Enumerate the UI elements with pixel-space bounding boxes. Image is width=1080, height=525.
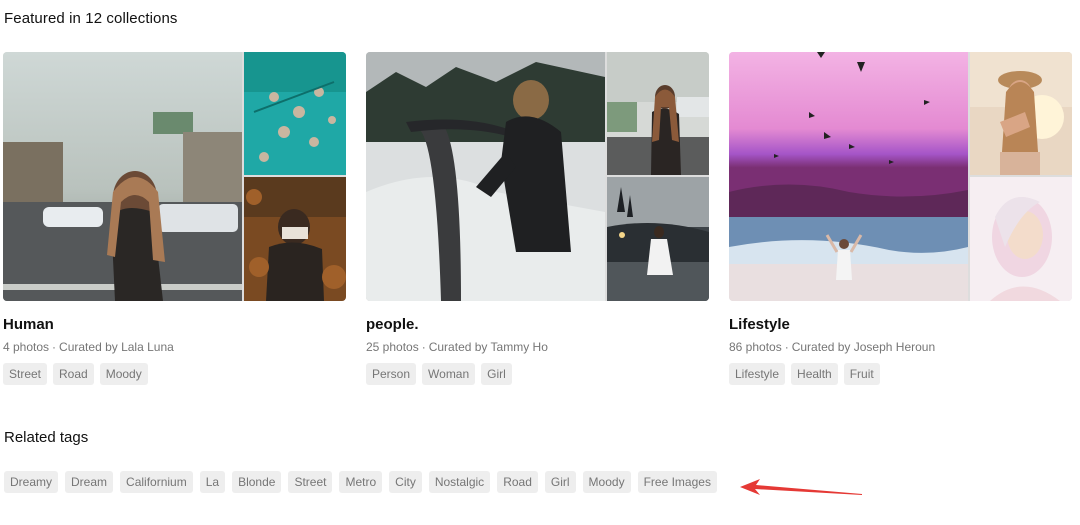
photo-count: 86 photos	[729, 340, 782, 354]
meta-separator: ·	[52, 340, 57, 354]
collection-photo-main[interactable]	[366, 52, 605, 301]
tag-chip[interactable]: Fruit	[843, 363, 880, 385]
related-tags-heading: Related tags	[4, 429, 89, 446]
tag-chip[interactable]: Person	[366, 363, 417, 385]
collection-title[interactable]: people.	[366, 316, 709, 335]
collection-photo-main[interactable]	[3, 52, 242, 301]
photo-count: 4 photos	[3, 340, 50, 354]
collection-card-people[interactable]: people. 25 photos · Curated by Tammy Ho Pe…	[366, 52, 709, 385]
related-tag-chip[interactable]: City	[389, 471, 422, 493]
collection-meta: 25 photos · Curated by Tammy Ho	[366, 340, 709, 354]
collection-meta: 86 photos · Curated by Joseph Heroun	[729, 340, 1072, 354]
meta-separator: ·	[421, 340, 426, 354]
tag-chip[interactable]: Girl	[481, 363, 512, 385]
meta-separator: ·	[784, 340, 789, 354]
related-tag-chip[interactable]: Moody	[582, 471, 631, 493]
related-tag-chip[interactable]: Metro	[339, 471, 383, 493]
collection-photo-top[interactable]	[244, 52, 346, 175]
related-tag-chip[interactable]: Street	[288, 471, 333, 493]
collection-tags: Lifestyle Health Fruit	[729, 363, 1072, 385]
related-tag-chip[interactable]: La	[199, 471, 226, 493]
related-tag-chip[interactable]: Girl	[544, 471, 576, 493]
page: Featured in 12 collections Human 4 photo…	[0, 0, 1080, 525]
related-tag-chip[interactable]: Californium	[120, 471, 193, 493]
tag-chip[interactable]: Woman	[422, 363, 476, 385]
tag-chip[interactable]: Lifestyle	[729, 363, 786, 385]
curator-link[interactable]: Curated by Joseph Heroun	[792, 340, 935, 354]
related-tag-chip[interactable]: Blonde	[232, 471, 282, 493]
collection-photo-top[interactable]	[607, 52, 709, 175]
tag-chip[interactable]: Street	[3, 363, 48, 385]
collection-photo-bottom[interactable]	[244, 177, 346, 301]
collection-photo-main[interactable]	[729, 52, 968, 301]
collection-title[interactable]: Human	[3, 316, 346, 335]
photo-count: 25 photos	[366, 340, 419, 354]
collection-collage[interactable]	[366, 52, 709, 301]
related-tags-list: Dreamy Dream Californium La Blonde Stree…	[4, 471, 717, 493]
curator-link[interactable]: Curated by Lala Luna	[59, 340, 174, 354]
featured-heading: Featured in 12 collections	[4, 10, 178, 27]
related-tag-chip[interactable]: Dreamy	[4, 471, 59, 493]
collection-photo-bottom[interactable]	[970, 177, 1072, 301]
collection-collage[interactable]	[729, 52, 1072, 301]
annotation-arrow-icon	[740, 479, 862, 495]
related-tag-chip[interactable]: Dream	[65, 471, 114, 493]
collection-title[interactable]: Lifestyle	[729, 316, 1072, 335]
tag-chip[interactable]: Road	[53, 363, 94, 385]
collection-card-human[interactable]: Human 4 photos · Curated by Lala Luna Stre…	[3, 52, 346, 385]
related-tag-chip[interactable]: Nostalgic	[428, 471, 491, 493]
collection-photo-top[interactable]	[970, 52, 1072, 175]
collection-tags: Street Road Moody	[3, 363, 346, 385]
collection-meta: 4 photos · Curated by Lala Luna	[3, 340, 346, 354]
collection-tags: Person Woman Girl	[366, 363, 709, 385]
collection-photo-bottom[interactable]	[607, 177, 709, 301]
tag-chip[interactable]: Moody	[99, 363, 148, 385]
collection-collage[interactable]	[3, 52, 346, 301]
related-tag-chip[interactable]: Free Images	[637, 471, 717, 493]
collection-card-lifestyle[interactable]: Lifestyle 86 photos · Curated by Joseph He…	[729, 52, 1072, 385]
curator-link[interactable]: Curated by Tammy Ho	[429, 340, 548, 354]
related-tag-chip[interactable]: Road	[497, 471, 538, 493]
tag-chip[interactable]: Health	[791, 363, 838, 385]
